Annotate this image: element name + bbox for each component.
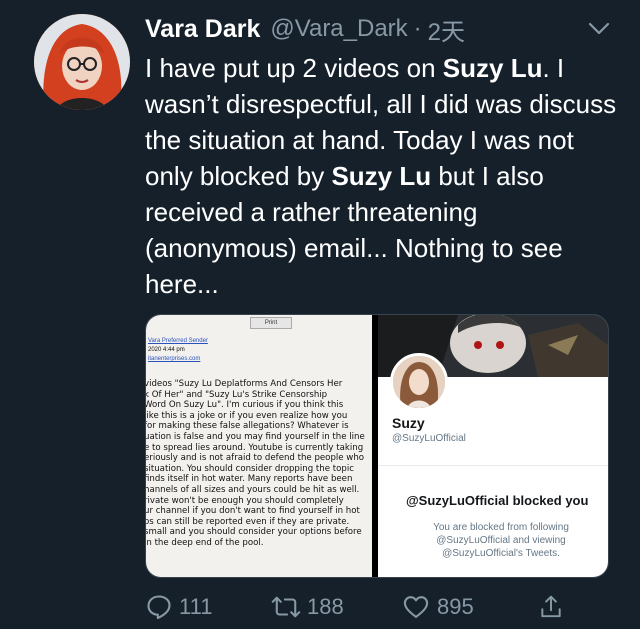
heart-icon: [403, 596, 429, 618]
tweet-actions: 111 188 895: [145, 590, 605, 624]
email-body-line: situation. You should consider dropping …: [146, 463, 354, 474]
email-body-line: videos "Suzy Lu Deplatforms And Censors …: [146, 379, 343, 389]
profile-handle: @SuzyLuOfficial: [392, 433, 466, 444]
tweet-text-bold: Suzy Lu: [331, 161, 432, 191]
like-button[interactable]: 895: [401, 593, 474, 621]
email-body-line: in the deep end of the pool.: [146, 537, 264, 548]
email-domain-link: itanenterprises.com: [148, 356, 201, 362]
reply-button[interactable]: 111: [145, 593, 212, 621]
retweet-count: 188: [307, 594, 344, 619]
profile-screenshot[interactable]: Suzy @SuzyLuOfficial @SuzyLuOfficial blo…: [378, 315, 608, 577]
email-body-line: finds itself in hot water. Many reports …: [146, 474, 353, 485]
email-meta: Vara Preferred Sender 2020 4:44 pm itane…: [148, 337, 208, 364]
email-body-line: hannels of all sizes and yours could be …: [146, 484, 360, 495]
email-body-line: ur channel if you don't want to find you…: [146, 506, 360, 517]
email-screenshot[interactable]: Print Vara Preferred Sender 2020 4:44 pm…: [146, 315, 372, 577]
tweet-header: Vara Dark @Vara_Dark · 2天: [145, 12, 620, 46]
email-body-line: e to spread lies around. Youtube is curr…: [146, 442, 364, 453]
share-button[interactable]: [538, 593, 564, 621]
email-body-line: rivate won't be enough you should comple…: [146, 495, 344, 506]
email-body-line: Word On Suzy Lu". I'm curious if you thi…: [146, 400, 344, 411]
header-separator: ·: [413, 15, 422, 42]
email-body-line: for making these false allegations? What…: [146, 421, 349, 432]
share-icon: [541, 595, 561, 618]
print-button: Print: [250, 317, 292, 329]
like-count: 895: [437, 594, 474, 619]
email-date: 2020 4:44 pm: [148, 347, 185, 353]
chevron-down-icon[interactable]: [586, 16, 612, 42]
retweet-icon: [271, 596, 301, 618]
profile-avatar: [390, 353, 448, 411]
profile-separator: [378, 465, 608, 466]
reply-count: 111: [179, 594, 213, 619]
email-body-line: like this is a joke or if you even reali…: [146, 410, 348, 421]
blocked-notice-message: You are blocked from following @SuzyLuOf…: [433, 522, 569, 559]
email-body-line: small and you should consider your optio…: [146, 527, 362, 538]
email-body-line: k Of Her" and "Suzy Lu's Strike Censorsh…: [146, 389, 328, 400]
reply-icon: [147, 595, 171, 620]
email-body-line: uation is false and you may find yoursel…: [146, 431, 365, 442]
author-handle[interactable]: @Vara_Dark: [270, 15, 407, 43]
tweet-text-segment: I have put up 2 videos on: [145, 53, 443, 83]
author-avatar[interactable]: [34, 14, 130, 110]
tweet-text-bold: Suzy Lu: [442, 53, 543, 83]
email-body-line: eriously and is not afraid to defend the…: [146, 453, 365, 464]
email-body: videos "Suzy Lu Deplatforms And Censors …: [146, 379, 372, 549]
tweet-timestamp[interactable]: 2天: [428, 12, 465, 47]
profile-name: Suzy: [392, 415, 425, 431]
retweet-button[interactable]: 188: [271, 593, 344, 621]
author-name[interactable]: Vara Dark: [145, 15, 260, 44]
blocked-notice-title: @SuzyLuOfficial blocked you: [406, 493, 589, 508]
tweet-media[interactable]: Print Vara Preferred Sender 2020 4:44 pm…: [145, 314, 609, 578]
email-sender: Vara Preferred Sender: [148, 338, 208, 344]
tweet-text: I have put up 2 videos on Suzy Lu. I was…: [145, 50, 625, 302]
email-body-line: os can still be reported even if they ar…: [146, 516, 350, 527]
avatar-image: [34, 14, 130, 110]
